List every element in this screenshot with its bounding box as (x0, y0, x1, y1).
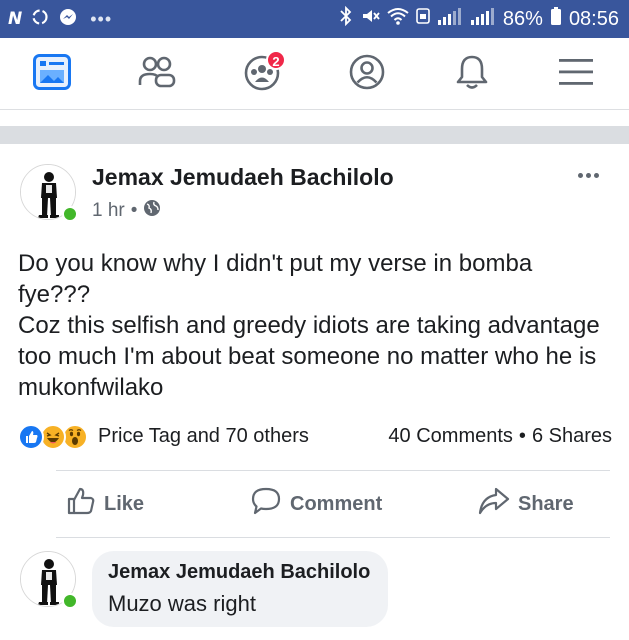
post-more-options-button[interactable] (573, 164, 603, 186)
signal-icon-1 (437, 6, 463, 32)
post-text-line: Coz this selfish and greedy idiots are t… (18, 312, 600, 339)
top-nav-bar: 2 (0, 38, 629, 110)
reactions-divider (56, 470, 610, 471)
comment-label: Comment (290, 492, 383, 515)
comment-author[interactable]: Jemax Jemudaeh Bachilolo (108, 561, 370, 584)
like-reaction-icon (18, 424, 44, 450)
actions-divider (56, 537, 610, 538)
post-text: Do you know why I didn't put my verse in… (18, 248, 618, 403)
nav-notifications[interactable] (450, 52, 494, 96)
nav-news-feed[interactable] (30, 52, 74, 96)
sync-icon (30, 7, 50, 32)
post-meta: 1 hr • (92, 199, 161, 223)
more-dot (593, 172, 599, 178)
signal-icon-2 (470, 6, 496, 32)
status-bar-right: 86% 08:56 (339, 5, 619, 32)
nav-groups[interactable]: 2 (240, 50, 286, 96)
status-bar-left: N ••• (8, 7, 112, 31)
nav-profile[interactable] (345, 52, 389, 96)
volte-icon (416, 6, 430, 32)
post-text-line: fye??? (18, 281, 91, 308)
mute-icon (360, 6, 380, 32)
online-status-dot (62, 206, 78, 222)
share-arrow-icon (478, 486, 510, 522)
commenter-online-dot (62, 593, 78, 609)
like-label: Like (104, 492, 145, 515)
carrier-logo: N (8, 9, 23, 29)
feed-separator (0, 126, 629, 144)
comment-icon (250, 486, 282, 522)
share-button[interactable]: Share (478, 486, 574, 522)
post-author-name[interactable]: Jemax Jemudaeh Bachilolo (92, 164, 394, 191)
hamburger-menu-icon (558, 57, 594, 92)
comments-count[interactable]: 40 Comments (388, 425, 513, 448)
more-dot (585, 172, 591, 178)
wifi-icon (387, 6, 409, 32)
share-label: Share (518, 492, 574, 515)
post-text-line: too much I'm about beat someone no matte… (18, 343, 597, 370)
engagement-counts: 40 Comments • 6 Shares (388, 425, 612, 448)
battery-icon (550, 6, 562, 32)
comment-bubble[interactable]: Jemax Jemudaeh Bachilolo Muzo was right (92, 551, 388, 627)
battery-percent: 86% (502, 7, 543, 30)
more-notifications: ••• (90, 8, 113, 29)
like-button[interactable]: Like (66, 486, 144, 522)
globe-icon (143, 199, 161, 223)
comment-button[interactable]: Comment (250, 486, 382, 522)
groups-badge: 2 (266, 50, 286, 70)
counts-separator: • (518, 425, 526, 447)
reactions-row: Price Tag and 70 others 40 Comments • 6 … (18, 422, 612, 452)
bluetooth-icon (339, 5, 353, 32)
messenger-icon (58, 7, 78, 32)
post-time[interactable]: 1 hr (92, 200, 125, 222)
meta-separator: • (130, 200, 138, 221)
reactions-summary[interactable]: Price Tag and 70 others (98, 425, 309, 448)
status-bar: N ••• 86% 08:56 (0, 0, 629, 38)
nav-friends[interactable] (135, 52, 179, 96)
comment-text: Muzo was right (108, 591, 256, 616)
nav-menu[interactable] (554, 52, 598, 96)
friends-icon (137, 54, 177, 95)
clock: 08:56 (568, 7, 619, 30)
shares-count[interactable]: 6 Shares (532, 425, 612, 448)
reaction-icons[interactable] (18, 424, 96, 450)
thumbs-up-icon (66, 486, 96, 522)
post-text-line: mukonfwilako (18, 374, 164, 401)
profile-icon (348, 53, 386, 96)
more-dot (577, 172, 583, 178)
news-feed-icon (33, 53, 71, 95)
post-text-line: Do you know why I didn't put my verse in… (18, 250, 533, 277)
bell-icon (455, 53, 489, 96)
